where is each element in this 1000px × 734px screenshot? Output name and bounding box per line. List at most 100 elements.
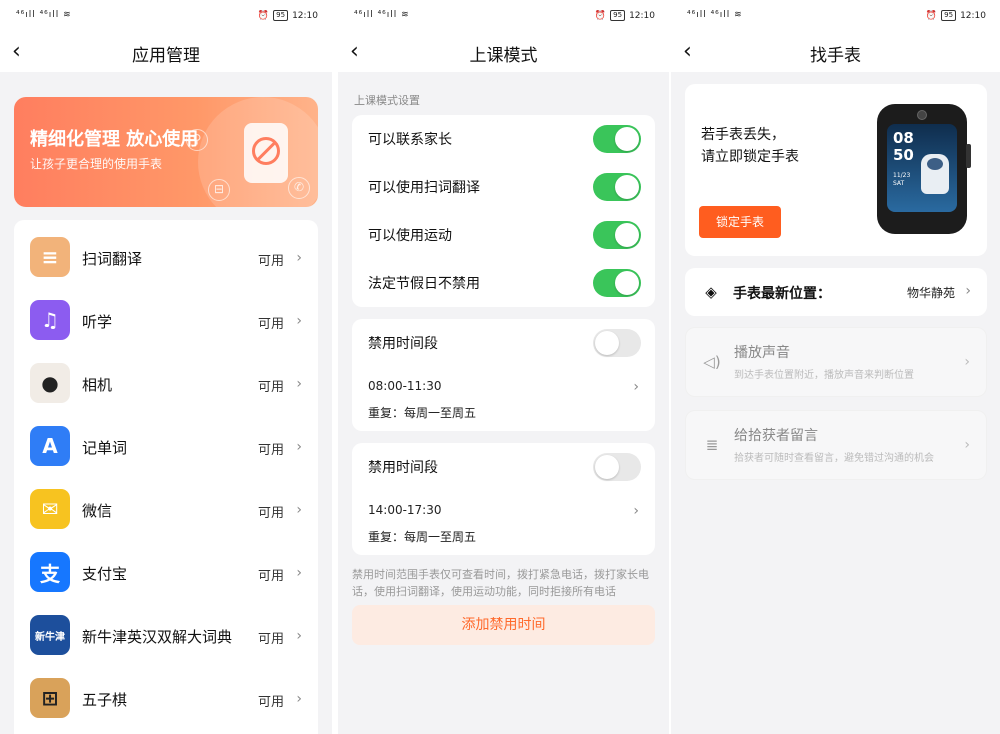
action-subtitle: 到达手表位置附近，播放声音来判断位置 [734, 370, 914, 381]
alarm-icon: ⏰ [594, 10, 607, 21]
period-time-range: 14:00-17:30 [368, 503, 442, 517]
promo-banner: 精细化管理 放心使用 让孩子更合理的使用手表 ⚲ ⊟ ✆ [14, 97, 318, 207]
status-bar: ⁴⁶ıll ⁴⁶ıll ≋ ⏰ 95 12:10 [0, 0, 332, 34]
period-time-range: 08:00-11:30 [368, 379, 442, 393]
headphones-app-icon: ♫ [30, 300, 70, 340]
add-disable-time-button[interactable]: 添加禁用时间 [352, 605, 655, 645]
alarm-icon: ⏰ [257, 10, 270, 21]
watch-block-illustration-icon [244, 123, 288, 183]
option-contact-parents: 可以联系家长 [352, 115, 655, 163]
banner-title: 精细化管理 放心使用 [30, 129, 199, 150]
app-management-screen: ⁴⁶ıll ⁴⁶ıll ≋ ⏰ 95 12:10 ‹ 应用管理 精细化管理 放心… [0, 0, 332, 734]
speaker-icon: ◁) [703, 353, 721, 371]
page-title: 应用管理 [132, 46, 200, 66]
period-title: 禁用时间段 [368, 460, 438, 476]
app-status: 可用 [257, 506, 284, 521]
camera-app-icon: ● [30, 363, 70, 403]
disable-period-1-toggle[interactable] [593, 329, 641, 357]
clock-time: 12:10 [292, 10, 318, 21]
gomoku-app-icon: ⊞ [30, 678, 70, 718]
chevron-right-icon: › [965, 283, 971, 299]
app-row-alipay[interactable]: 支 支付宝 可用 › [14, 541, 318, 604]
chevron-right-icon: › [296, 691, 302, 707]
app-row-gomoku[interactable]: ⊞ 五子棋 可用 › [14, 667, 318, 730]
status-right: ⏰ 95 12:10 [258, 10, 318, 21]
scan-translate-app-icon: ≡ [30, 237, 70, 277]
disable-period-card-2[interactable]: 禁用时间段 14:00-17:30 重复：每周一至周五 › [352, 443, 655, 555]
signal-indicators: ⁴⁶ıll ⁴⁶ıll ≋ [16, 10, 72, 20]
option-label: 法定节假日不禁用 [368, 276, 480, 292]
lock-watch-button[interactable]: 锁定手表 [699, 206, 781, 238]
class-mode-screen: ⁴⁶ıll ⁴⁶ıll ≋ ⏰ 95 12:10 ‹ 上课模式 上课模式设置 可… [338, 0, 669, 734]
app-status: 可用 [257, 317, 284, 332]
status-right: ⏰ 95 12:10 [595, 10, 655, 21]
scan-translate-toggle[interactable] [593, 173, 641, 201]
app-name: 五子棋 [82, 691, 128, 709]
period-repeat: 重复：每周一至周五 [368, 530, 477, 544]
app-row-scan-translate[interactable]: ≡ 扫词翻译 可用 › [14, 226, 318, 289]
clock-time: 12:10 [960, 10, 986, 21]
wechat-app-icon: ✉ [30, 489, 70, 529]
phone-icon: ✆ [288, 177, 310, 199]
app-name: 支付宝 [82, 565, 128, 583]
page-title: 找手表 [810, 46, 861, 66]
chevron-right-icon: › [633, 379, 639, 395]
holidays-toggle[interactable] [593, 269, 641, 297]
lost-watch-line-1: 若手表丢失， [701, 127, 785, 143]
chevron-right-icon: › [296, 250, 302, 266]
watch-camera [917, 110, 927, 120]
latest-location-row[interactable]: ◈ 手表最新位置： 物华静苑 › [685, 268, 987, 316]
chevron-right-icon: › [296, 565, 302, 581]
watch-screen: 08 50 11/23 SAT [887, 124, 957, 212]
alarm-icon: ⏰ [925, 10, 938, 21]
app-row-wechat[interactable]: ✉ 微信 可用 › [14, 478, 318, 541]
option-label: 可以使用运动 [368, 228, 452, 244]
app-name: 听学 [82, 313, 113, 331]
leave-message-row[interactable]: ≣ 给拾获者留言 拾获者可随时查看留言，避免错过沟通的机会 › [685, 410, 987, 480]
option-scan-translate: 可以使用扫词翻译 [352, 163, 655, 211]
watch-image: 08 50 11/23 SAT [877, 104, 971, 234]
app-row-oxford-dictionary[interactable]: 新牛津 新牛津英汉双解大词典 可用 › [14, 604, 318, 667]
lost-watch-message: 若手表丢失， 请立即锁定手表 [701, 124, 799, 168]
app-name: 新牛津英汉双解大词典 [82, 628, 233, 646]
signal-indicators: ⁴⁶ıll ⁴⁶ıll ≋ [687, 10, 743, 20]
app-status: 可用 [257, 695, 284, 710]
scan-icon: ⊟ [208, 179, 230, 201]
period-title: 禁用时间段 [368, 336, 438, 352]
action-subtitle: 拾获者可随时查看留言，避免错过沟通的机会 [734, 453, 934, 464]
watch-date: 11/23 SAT [893, 172, 911, 187]
period-repeat: 重复：每周一至周五 [368, 406, 477, 420]
action-title: 播放声音 [734, 345, 790, 361]
app-name: 记单词 [82, 439, 128, 457]
chevron-right-icon: › [296, 628, 302, 644]
status-bar: ⁴⁶ıll ⁴⁶ıll ≋ ⏰ 95 12:10 [338, 0, 669, 34]
disable-period-card-1[interactable]: 禁用时间段 08:00-11:30 重复：每周一至周五 › [352, 319, 655, 431]
page-title: 上课模式 [469, 46, 538, 66]
app-status: 可用 [257, 254, 284, 269]
app-row-vocabulary[interactable]: A 记单词 可用 › [14, 415, 318, 478]
option-label: 可以使用扫词翻译 [368, 180, 480, 196]
battery-level: 95 [610, 10, 626, 21]
disable-period-2-toggle[interactable] [593, 453, 641, 481]
find-watch-screen: ⁴⁶ıll ⁴⁶ıll ≋ ⏰ 95 12:10 ‹ 找手表 若手表丢失， 请立… [671, 0, 1000, 734]
run-icon: ⚲ [186, 129, 208, 151]
chevron-right-icon: › [296, 439, 302, 455]
period-note: 禁用时间范围手表仅可查看时间，拨打紧急电话，拨打家长电话，使用扫词翻译，使用运动… [352, 568, 649, 598]
chevron-right-icon: › [296, 376, 302, 392]
option-label: 可以联系家长 [368, 132, 452, 148]
app-name: 相机 [82, 376, 113, 394]
play-sound-row[interactable]: ◁) 播放声音 到达手表位置附近，播放声音来判断位置 › [685, 327, 987, 397]
nav-bar: ‹ 上课模式 [338, 34, 669, 72]
contact-parents-toggle[interactable] [593, 125, 641, 153]
chevron-right-icon: › [296, 502, 302, 518]
class-mode-options-card: 可以联系家长 可以使用扫词翻译 可以使用运动 法定节假日不禁用 [352, 115, 655, 307]
option-exercise: 可以使用运动 [352, 211, 655, 259]
app-row-camera[interactable]: ● 相机 可用 › [14, 352, 318, 415]
app-status: 可用 [257, 632, 284, 647]
app-row-listen[interactable]: ♫ 听学 可用 › [14, 289, 318, 352]
exercise-toggle[interactable] [593, 221, 641, 249]
location-pin-icon: ◈ [705, 283, 717, 301]
signal-indicators: ⁴⁶ıll ⁴⁶ıll ≋ [354, 10, 410, 20]
vocabulary-app-icon: A [30, 426, 70, 466]
watch-time: 08 50 [893, 129, 914, 164]
